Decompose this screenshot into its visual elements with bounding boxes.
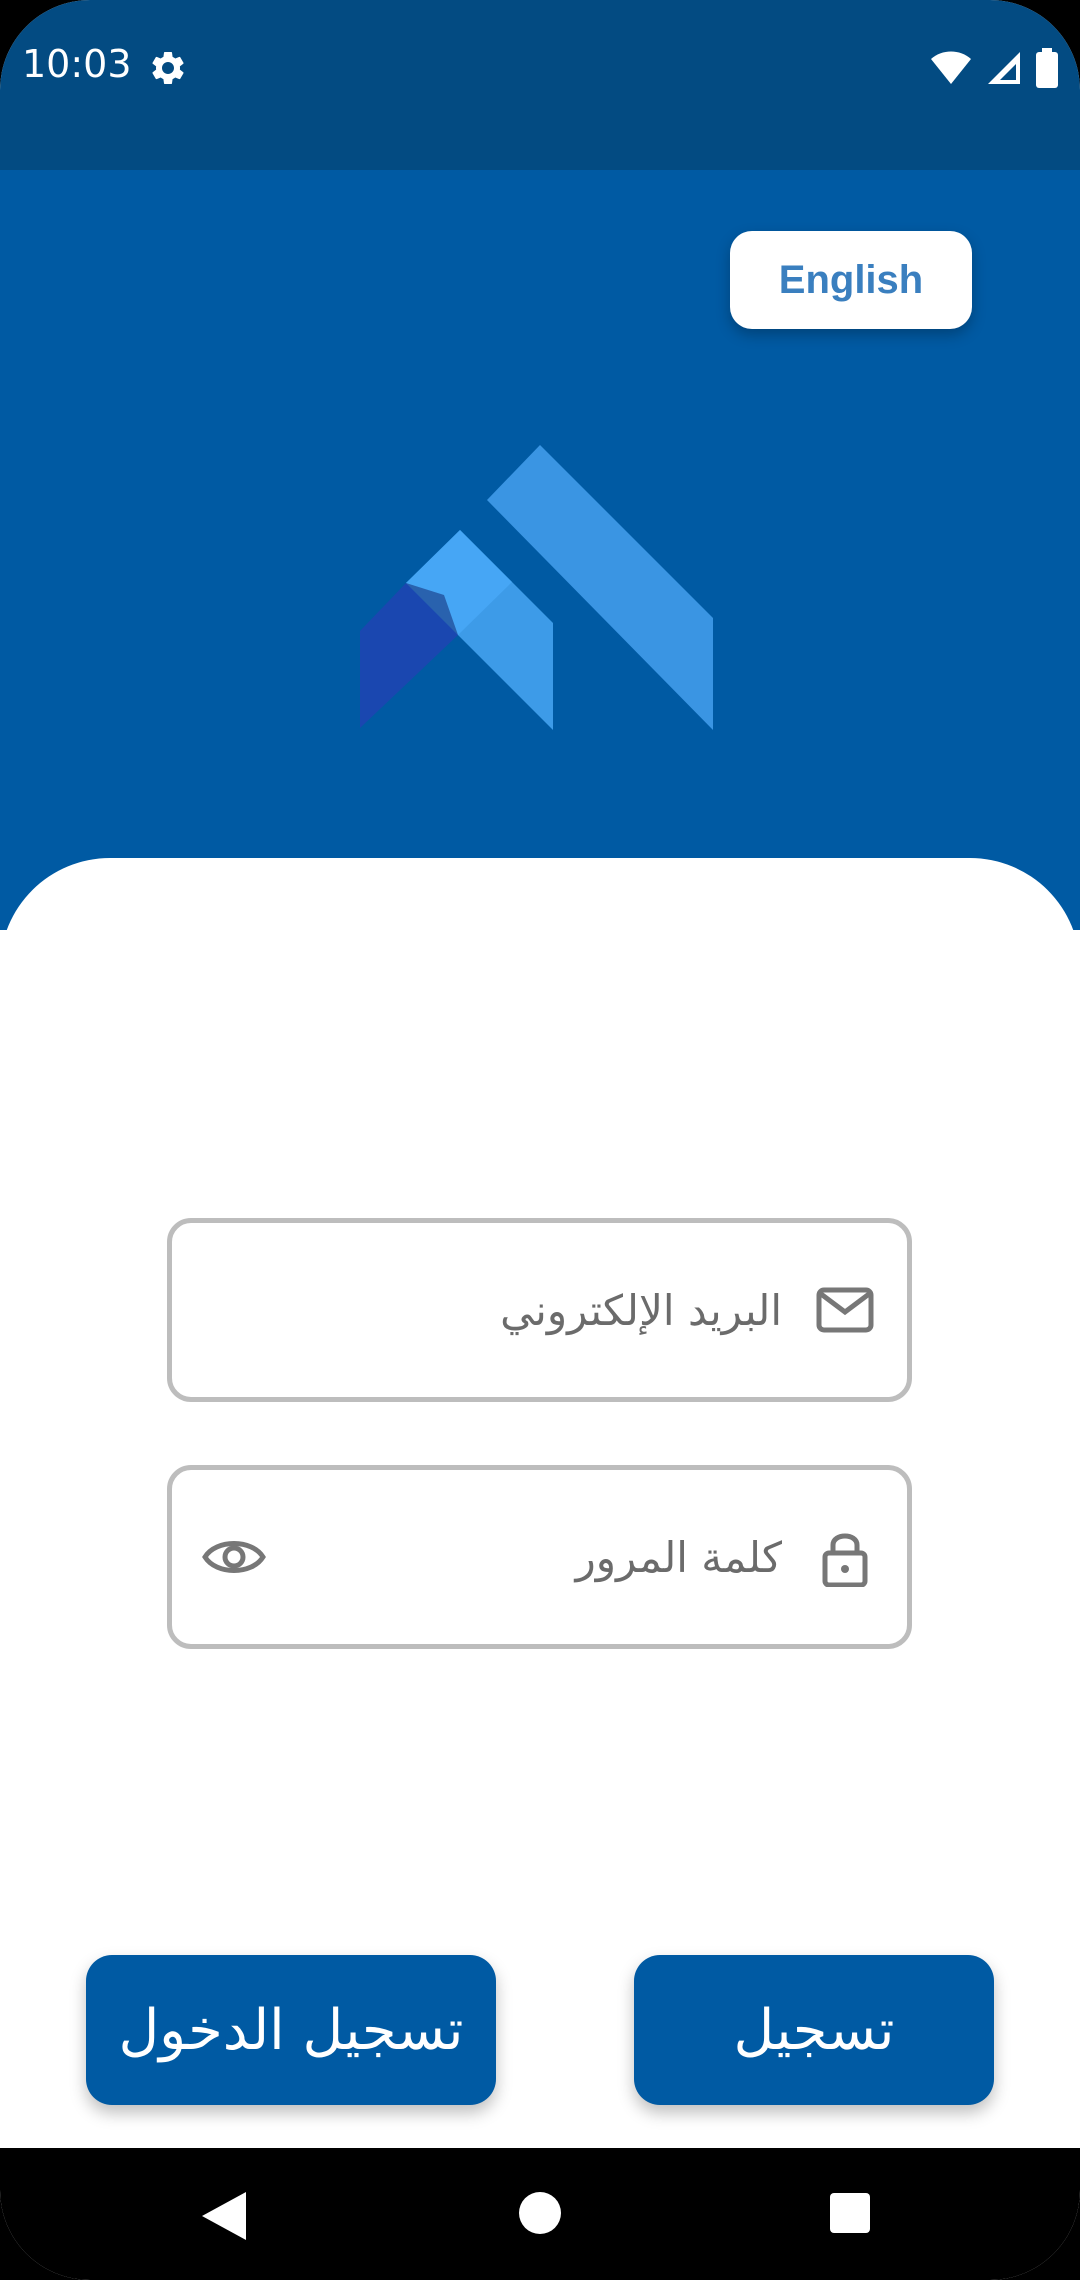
envelope-icon: [816, 1287, 874, 1333]
home-icon[interactable]: [519, 2192, 561, 2234]
password-field[interactable]: كلمة المرور: [167, 1465, 912, 1649]
signal-icon: [988, 52, 1020, 84]
password-placeholder: كلمة المرور: [575, 1532, 782, 1582]
lock-icon: [822, 1533, 868, 1587]
recents-icon[interactable]: [830, 2193, 870, 2233]
email-field[interactable]: البريد الإلكتروني: [167, 1218, 912, 1402]
gear-icon: [152, 51, 184, 84]
back-icon[interactable]: [200, 2190, 248, 2242]
email-placeholder: البريد الإلكتروني: [500, 1285, 782, 1335]
status-icons: [930, 46, 1058, 90]
register-button[interactable]: تسجيل: [634, 1955, 994, 2105]
eye-icon[interactable]: [202, 1525, 266, 1589]
language-toggle-button[interactable]: English: [730, 231, 972, 329]
status-bar: 10:03: [0, 0, 1080, 170]
app-logo: [360, 445, 713, 730]
screen: 10:03 English البريد الإلكتروني كلمة الم…: [0, 0, 1080, 2280]
battery-icon: [1036, 48, 1058, 88]
login-button[interactable]: تسجيل الدخول: [86, 1955, 496, 2105]
wifi-icon: [931, 51, 971, 84]
status-time: 10:03: [22, 42, 132, 86]
